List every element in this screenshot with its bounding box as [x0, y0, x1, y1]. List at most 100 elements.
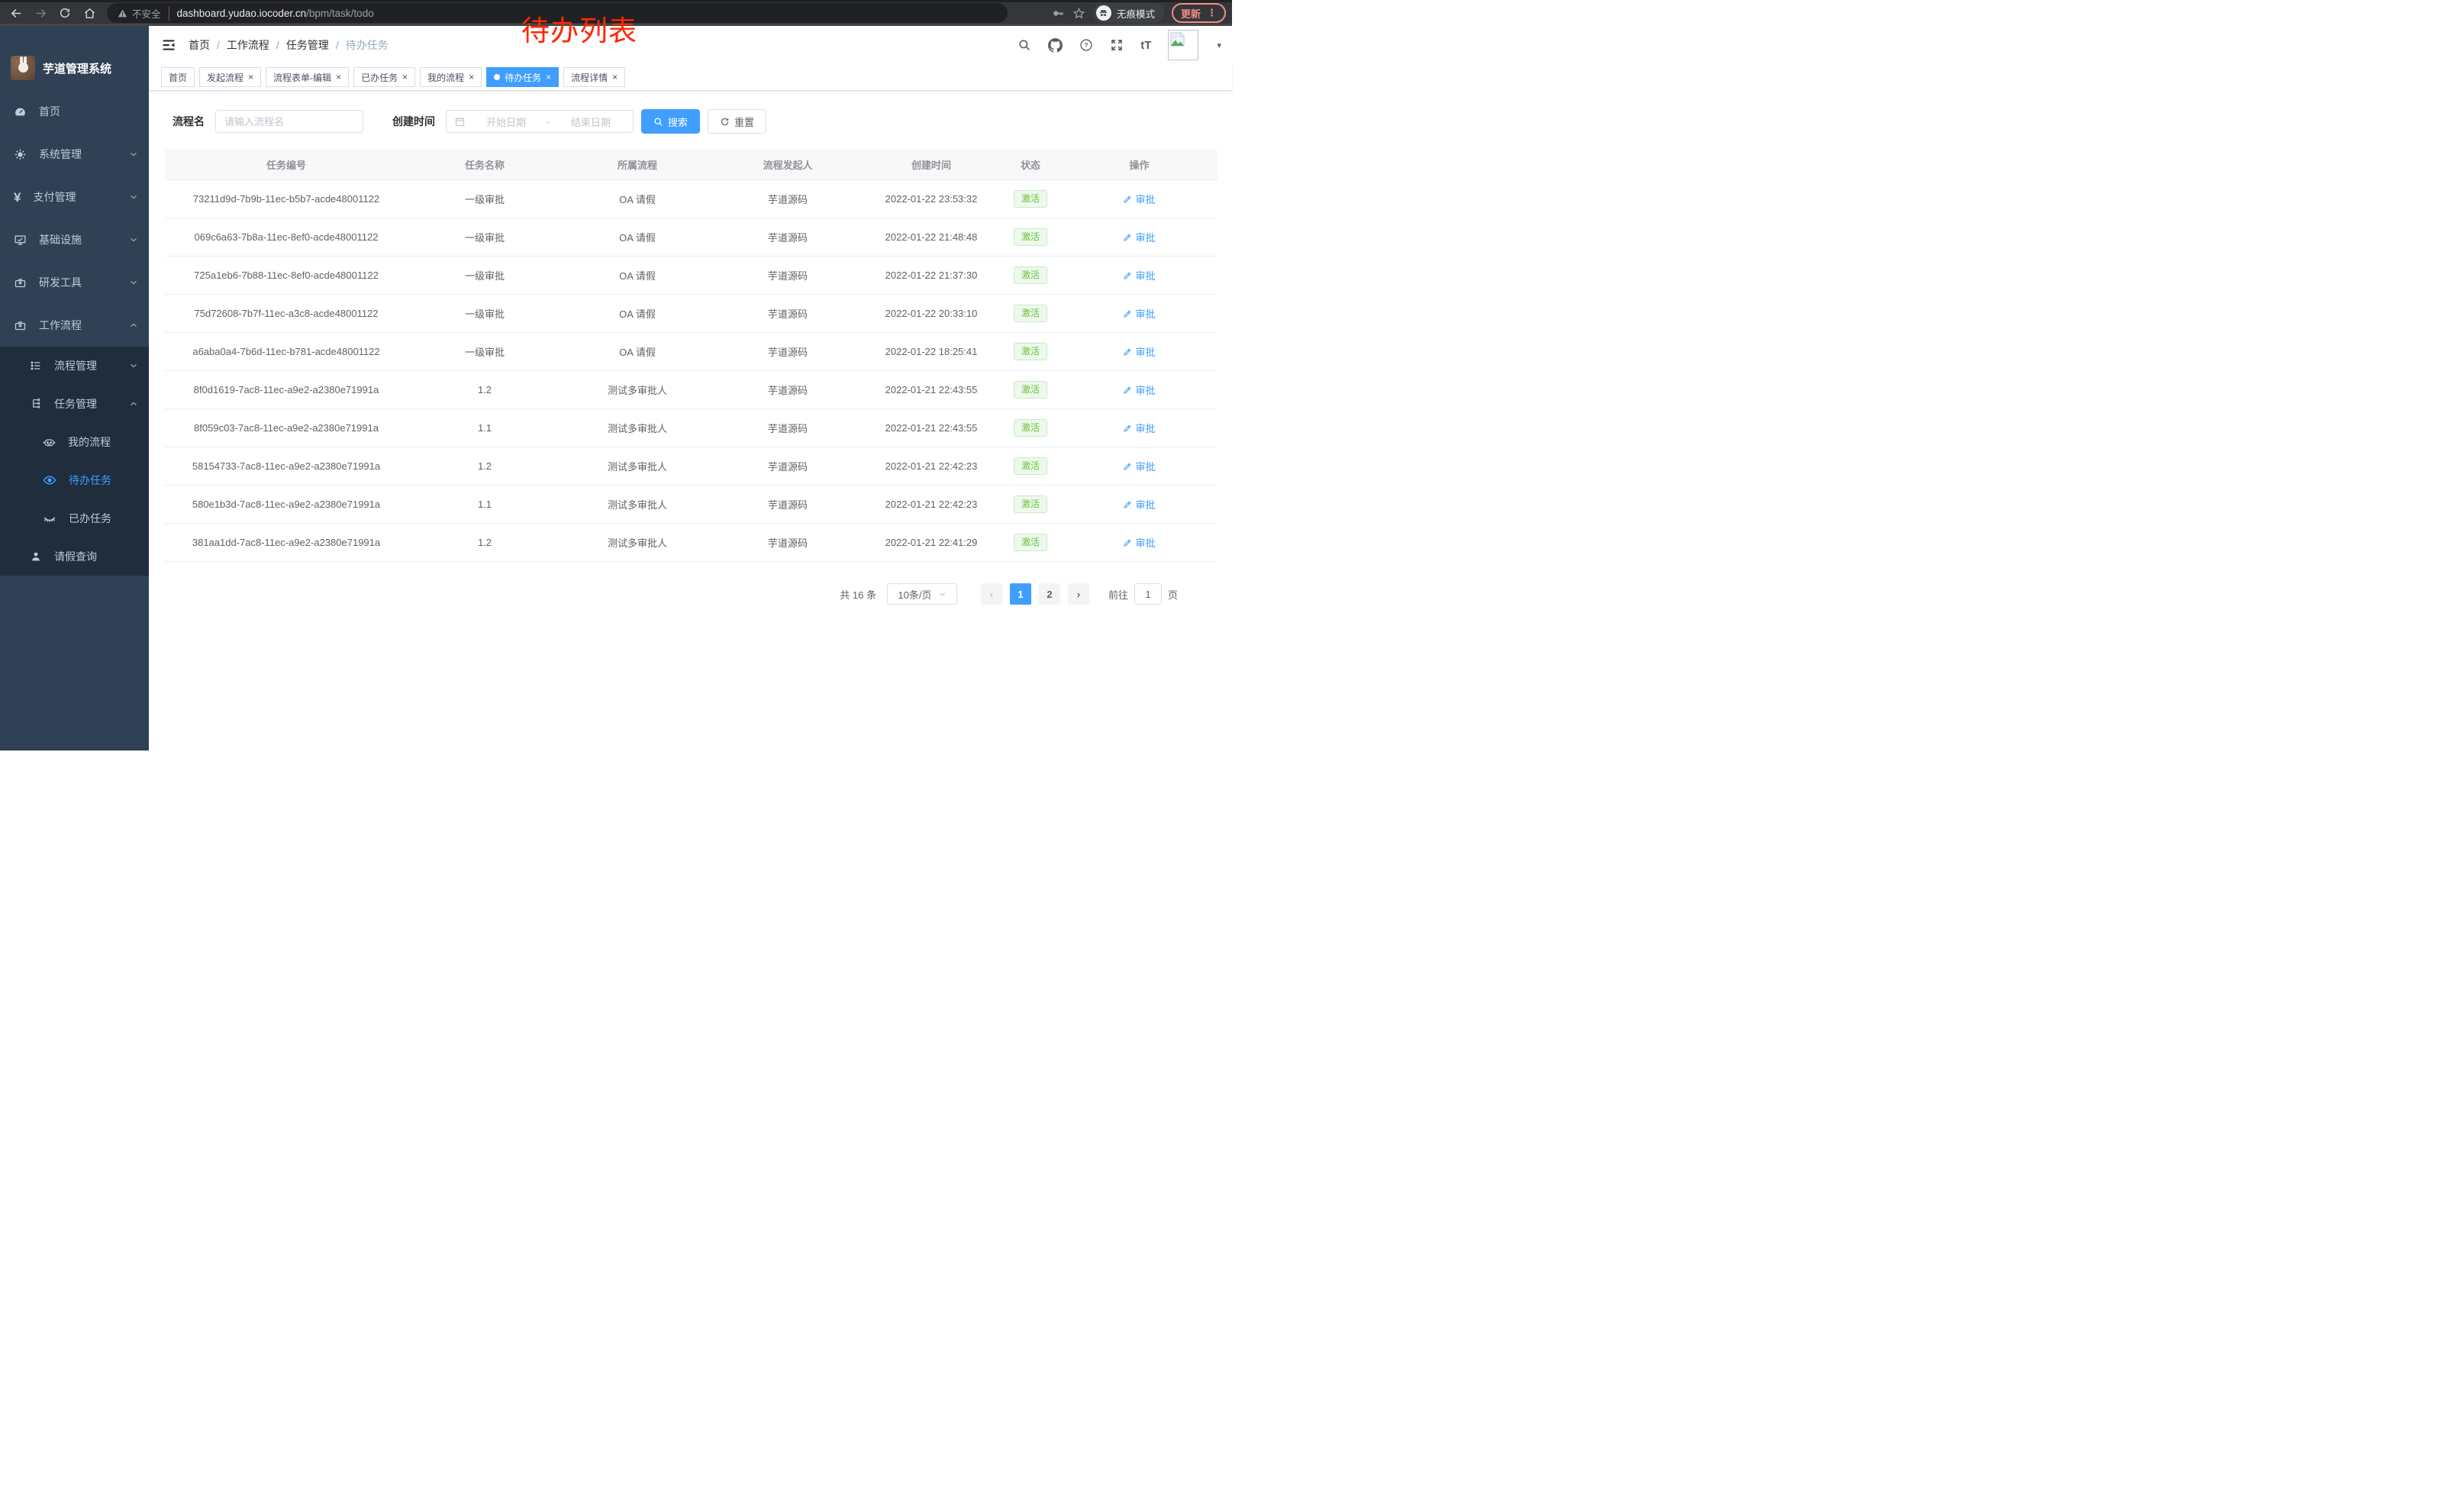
list-icon	[30, 360, 42, 372]
view-tab[interactable]: 我的流程 ×	[420, 67, 482, 87]
top-navbar: 首页/工作流程/任务管理/待办任务 ? tT ▾	[149, 26, 1232, 64]
sidebar-item-leave-query[interactable]: 请假查询	[0, 537, 149, 576]
view-tab[interactable]: 待办任务 ×	[486, 67, 559, 87]
breadcrumb-item[interactable]: 任务管理	[286, 37, 329, 53]
process-cell: 测试多审批人	[562, 409, 713, 447]
goto-page-input[interactable]	[1134, 583, 1162, 605]
avatar[interactable]	[1168, 30, 1198, 60]
task-name-cell: 一级审批	[408, 257, 562, 295]
approve-link[interactable]: 审批	[1123, 535, 1155, 550]
chevron-down-icon	[938, 590, 947, 599]
status-cell: 激活	[1000, 524, 1061, 562]
approve-link[interactable]: 审批	[1123, 421, 1155, 435]
breadcrumb-item: 待办任务	[346, 37, 389, 53]
browser-menu-icon[interactable]: ⋮	[1207, 7, 1217, 19]
view-tab[interactable]: 流程详情 ×	[563, 67, 625, 87]
task-name-cell: 一级审批	[408, 218, 562, 257]
sidebar-item-infra[interactable]: 基础设施	[0, 218, 149, 261]
tab-close-icon[interactable]: ×	[402, 73, 408, 82]
process-cell: 测试多审批人	[562, 371, 713, 409]
goto-unit-label: 页	[1168, 587, 1178, 602]
breadcrumb-separator: /	[276, 39, 279, 51]
tab-label: 流程表单-编辑	[273, 71, 331, 84]
approve-link-label: 审批	[1135, 268, 1155, 282]
table-row: a6aba0a4-7b6d-11ec-b781-acde48001122 一级审…	[165, 333, 1217, 371]
next-page-button[interactable]: ›	[1068, 583, 1089, 605]
approve-link[interactable]: 审批	[1123, 497, 1155, 512]
tab-close-icon[interactable]: ×	[612, 73, 618, 82]
font-size-icon[interactable]: tT	[1140, 39, 1151, 52]
view-tab[interactable]: 已办任务 ×	[353, 67, 415, 87]
process-name-input[interactable]	[215, 110, 363, 133]
home-icon[interactable]	[79, 3, 99, 23]
view-tab[interactable]: 首页	[161, 67, 195, 87]
forward-icon[interactable]	[31, 3, 50, 23]
breadcrumb-item[interactable]: 首页	[189, 37, 210, 53]
search-icon[interactable]	[1018, 38, 1031, 52]
sidebar-collapse-icon[interactable]	[161, 37, 176, 53]
status-badge: 激活	[1014, 381, 1047, 398]
starter-cell: 芋道源码	[713, 447, 863, 486]
approve-link[interactable]: 审批	[1123, 306, 1155, 321]
sidebar-item-system[interactable]: 系统管理	[0, 133, 149, 176]
process-cell: 测试多审批人	[562, 486, 713, 524]
sidebar-item-task-mgmt[interactable]: 任务管理	[0, 385, 149, 423]
sidebar-item-done-tasks[interactable]: 已办任务	[0, 499, 149, 537]
create-time-cell: 2022-01-22 18:25:41	[863, 333, 1000, 371]
page-content: 流程名 创建时间 开始日期 - 结束日期 搜索	[149, 91, 1232, 750]
avatar-caret-icon[interactable]: ▾	[1217, 40, 1221, 50]
table-row: 381aa1dd-7ac8-11ec-a9e2-a2380e71991a 1.2…	[165, 524, 1217, 562]
sidebar-item-label: 请假查询	[54, 549, 138, 564]
breadcrumb-item[interactable]: 工作流程	[227, 37, 269, 53]
edit-icon	[1123, 195, 1132, 204]
view-tab[interactable]: 发起流程 ×	[199, 67, 261, 87]
sidebar-item-label: 首页	[39, 104, 138, 119]
dashboard-icon	[14, 105, 27, 118]
sidebar-item-label: 基础设施	[39, 232, 117, 247]
date-range-picker[interactable]: 开始日期 - 结束日期	[446, 110, 634, 133]
reset-button[interactable]: 重置	[708, 109, 766, 134]
approve-link[interactable]: 审批	[1123, 192, 1155, 206]
back-icon[interactable]	[6, 3, 26, 23]
page-number-2[interactable]: 2	[1039, 583, 1060, 605]
process-cell: 测试多审批人	[562, 447, 713, 486]
sidebar-item-payment[interactable]: ¥ 支付管理	[0, 176, 149, 218]
prev-page-button[interactable]: ‹	[981, 583, 1002, 605]
page-number-1[interactable]: 1	[1010, 583, 1031, 605]
sidebar-item-devtools[interactable]: 研发工具	[0, 261, 149, 304]
security-indicator[interactable]: 不安全	[118, 6, 169, 21]
key-icon[interactable]	[1052, 7, 1065, 20]
approve-link[interactable]: 审批	[1123, 383, 1155, 397]
sidebar-item-process-mgmt[interactable]: 流程管理	[0, 347, 149, 385]
pagination: 共 16 条 10条/页 ‹ 1 2 › 前往 页	[165, 583, 1178, 605]
sidebar-item-todo-tasks[interactable]: 待办任务	[0, 461, 149, 499]
tab-label: 我的流程	[427, 71, 464, 84]
help-icon[interactable]: ?	[1079, 38, 1093, 52]
table-row: 75d72608-7b7f-11ec-a3c8-acde48001122 一级审…	[165, 295, 1217, 333]
approve-link[interactable]: 审批	[1123, 268, 1155, 282]
tab-close-icon[interactable]: ×	[336, 73, 341, 82]
tab-close-icon[interactable]: ×	[248, 73, 253, 82]
sidebar-item-home[interactable]: 首页	[0, 90, 149, 133]
sidebar-item-workflow[interactable]: 工作流程	[0, 304, 149, 347]
fullscreen-icon[interactable]	[1110, 38, 1124, 52]
toolbox-icon	[14, 276, 27, 289]
approve-link[interactable]: 审批	[1123, 230, 1155, 244]
tab-close-icon[interactable]: ×	[469, 73, 474, 82]
update-button[interactable]: 更新 ⋮	[1172, 3, 1226, 23]
edit-icon	[1123, 233, 1132, 242]
col-actions: 操作	[1061, 149, 1217, 180]
approve-link[interactable]: 审批	[1123, 459, 1155, 473]
task-id-cell: a6aba0a4-7b6d-11ec-b781-acde48001122	[165, 333, 408, 371]
approve-link[interactable]: 审批	[1123, 344, 1155, 359]
view-tab[interactable]: 流程表单-编辑 ×	[266, 67, 349, 87]
url-host: dashboard.yudao.iocoder.cn	[177, 8, 307, 19]
reload-icon[interactable]	[55, 3, 75, 23]
sidebar-item-my-process[interactable]: 我的流程	[0, 423, 149, 461]
page-size-select[interactable]: 10条/页	[887, 583, 957, 605]
search-button[interactable]: 搜索	[641, 109, 700, 134]
address-bar[interactable]: 不安全 dashboard.yudao.iocoder.cn/bpm/task/…	[107, 3, 1008, 23]
github-icon[interactable]	[1048, 38, 1063, 53]
star-icon[interactable]	[1072, 7, 1085, 20]
tab-close-icon[interactable]: ×	[546, 73, 551, 82]
